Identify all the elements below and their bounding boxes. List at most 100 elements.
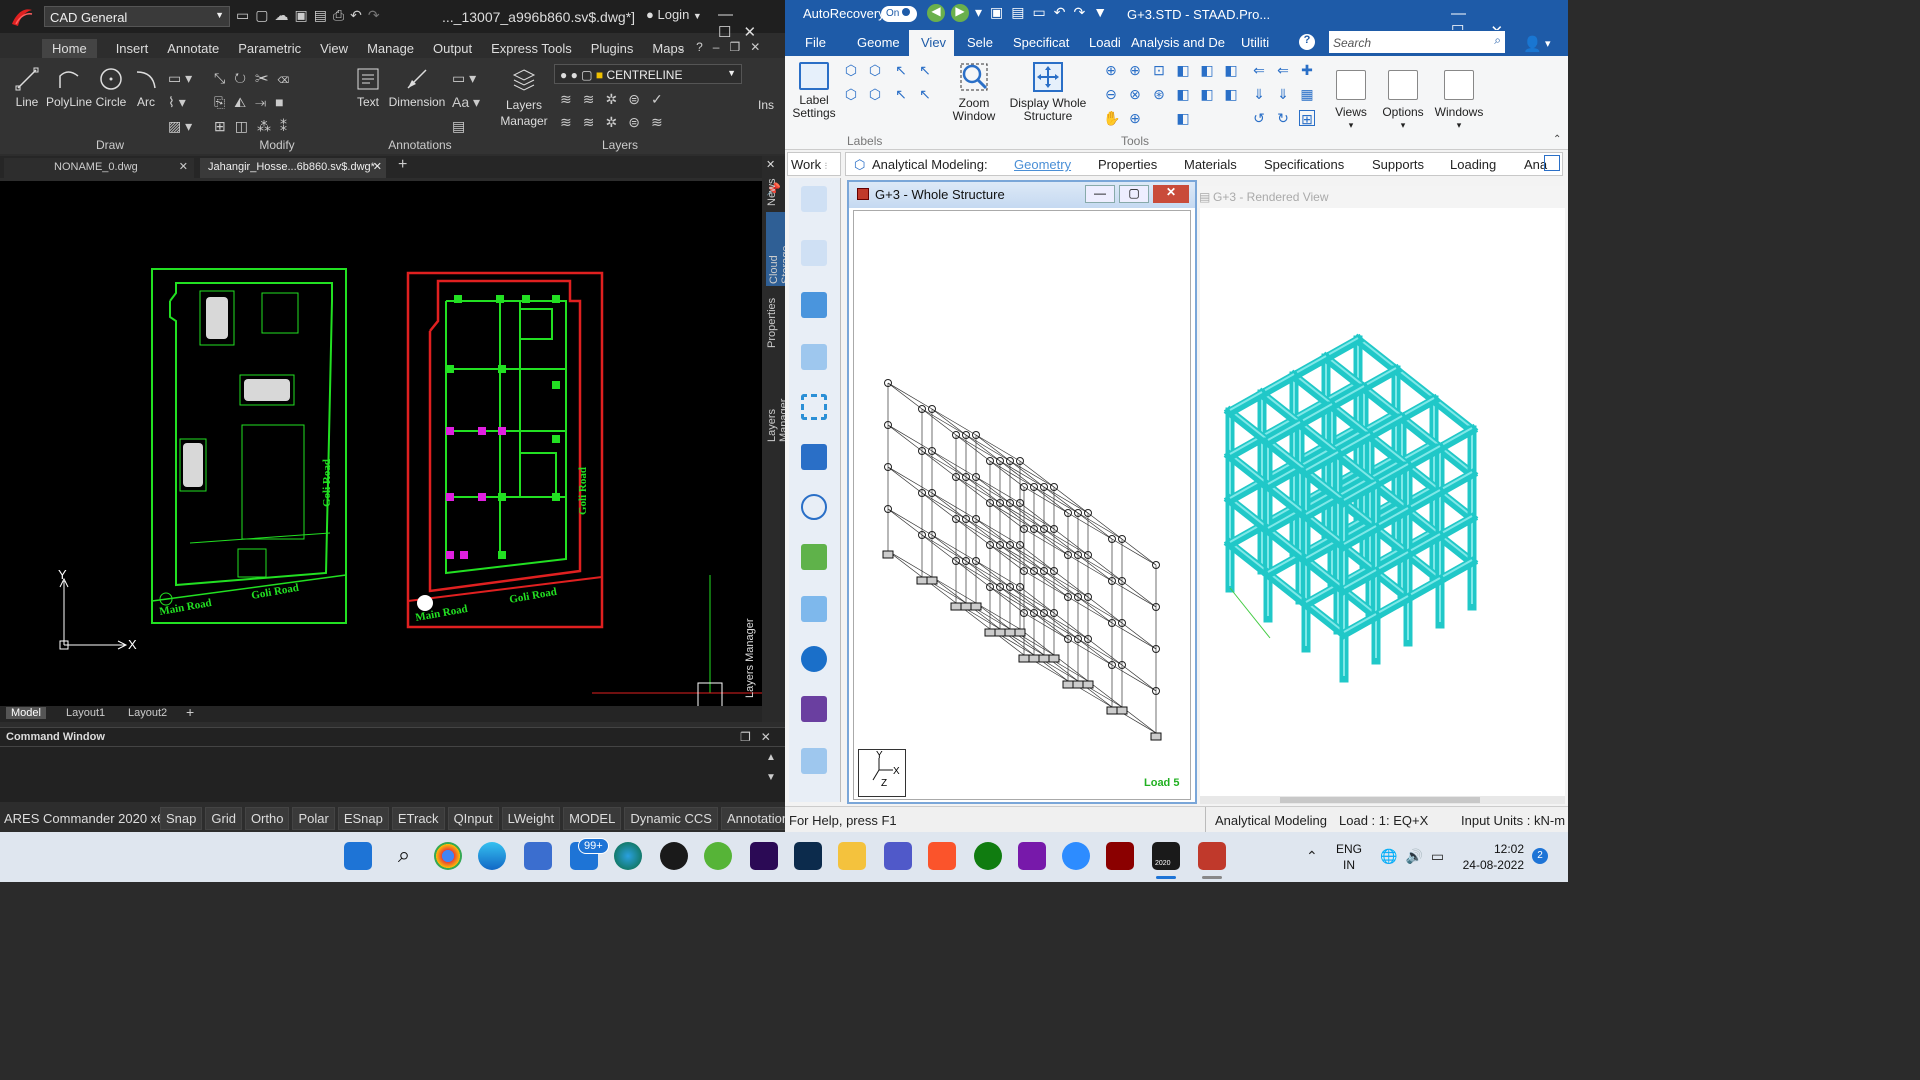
- sketchup-icon[interactable]: [1106, 842, 1134, 870]
- ares-logo-icon[interactable]: [10, 6, 34, 28]
- chevron-up-icon[interactable]: ⌃: [1306, 848, 1318, 865]
- dynamic-ccs-toggle[interactable]: Dynamic CCS: [624, 807, 718, 830]
- tab-plugins[interactable]: Plugins: [591, 41, 634, 56]
- workflow-report-icon[interactable]: [801, 696, 827, 722]
- zoom-dynamic-icon[interactable]: ⊗: [1127, 86, 1143, 102]
- model-toggle[interactable]: MODEL: [563, 807, 622, 830]
- workflow-design-blue-icon[interactable]: [801, 596, 827, 622]
- search-input[interactable]: Search ⌕: [1329, 31, 1505, 53]
- fill-icon[interactable]: ■: [275, 94, 292, 110]
- line-button[interactable]: Line: [12, 66, 42, 109]
- tab-layout1[interactable]: Layout1: [66, 707, 105, 719]
- close-icon[interactable]: ✕: [373, 160, 382, 173]
- folder-icon[interactable]: ▭: [1033, 4, 1054, 20]
- workflow-cycle-icon[interactable]: [801, 394, 827, 420]
- workflow-analysis-icon[interactable]: [801, 494, 827, 520]
- notification-badge[interactable]: 2: [1532, 848, 1548, 864]
- view-left-icon[interactable]: ◧: [1223, 62, 1239, 78]
- workflow-bridge-icon[interactable]: [801, 748, 827, 774]
- photoshop-icon[interactable]: [794, 842, 822, 870]
- command-window[interactable]: Command Window ❐✕ ▲ ▼: [0, 727, 785, 802]
- forward-arrow-icon[interactable]: ▶: [951, 4, 969, 22]
- tab-output[interactable]: Output: [433, 41, 472, 56]
- etrack-toggle[interactable]: ETrack: [391, 807, 445, 830]
- view-right-icon[interactable]: ◧: [1175, 86, 1191, 102]
- layer-select[interactable]: ● ● ▢ ■ CENTRELINE ▼: [554, 64, 742, 84]
- undo-icon[interactable]: ↶: [350, 7, 368, 23]
- onenote-icon[interactable]: [1018, 842, 1046, 870]
- page-tab-properties[interactable]: Properties: [1098, 157, 1157, 172]
- page-tab-supports[interactable]: Supports: [1372, 157, 1424, 172]
- tab-view[interactable]: View: [320, 41, 348, 56]
- select-cursor-icon[interactable]: ↖: [893, 86, 909, 102]
- page-tab-specifications[interactable]: Specifications: [1264, 157, 1344, 172]
- menu-analysis-design[interactable]: Analysis and De: [1131, 35, 1225, 50]
- views-button[interactable]: Views ▾: [1329, 70, 1373, 132]
- pan-hand-icon[interactable]: ✋: [1103, 110, 1120, 126]
- rotate-left-icon[interactable]: ⇐: [1251, 62, 1267, 78]
- beam-label-icon[interactable]: ⬡: [867, 62, 883, 78]
- ortho-toggle[interactable]: Ortho: [244, 807, 290, 830]
- save-as-icon[interactable]: ▤: [314, 7, 333, 23]
- redo-icon[interactable]: ↷: [1073, 4, 1093, 20]
- menu-loading[interactable]: Loadi: [1089, 35, 1121, 50]
- rotate-down-icon[interactable]: ⇓: [1251, 86, 1267, 102]
- file-explorer-icon[interactable]: [838, 842, 866, 870]
- layer-isolate-icon[interactable]: ≋: [583, 91, 606, 107]
- search-icon[interactable]: ⌕: [390, 842, 418, 870]
- display-whole-structure-button[interactable]: Display Whole Structure: [1001, 60, 1095, 123]
- page-tab-materials[interactable]: Materials: [1184, 157, 1237, 172]
- solid-label-icon[interactable]: ⬡: [867, 86, 883, 102]
- menu-specification[interactable]: Specificat: [1013, 35, 1069, 50]
- mark-icon[interactable]: ▤: [452, 114, 480, 138]
- spin-left-icon[interactable]: ↺: [1251, 110, 1267, 126]
- minimize-icon[interactable]: —: [1451, 5, 1492, 22]
- hatch-icon[interactable]: ▨ ▾: [168, 114, 208, 138]
- earth-icon[interactable]: [614, 842, 642, 870]
- help-icon[interactable]: ?: [1299, 34, 1315, 50]
- view-front-icon[interactable]: ◧: [1175, 62, 1191, 78]
- layer-match-icon[interactable]: ≋: [583, 114, 606, 130]
- arc-button[interactable]: Arc: [132, 66, 160, 109]
- drawing-canvas[interactable]: Goli Road Main Road Goli Road Main Road …: [0, 181, 762, 708]
- offset-icon[interactable]: ◫: [235, 118, 257, 134]
- restore-icon[interactable]: ❐: [729, 40, 750, 54]
- utorrent-icon[interactable]: [704, 842, 732, 870]
- copy-icon[interactable]: ⎘: [214, 94, 234, 110]
- explode-icon[interactable]: ⁑: [280, 118, 296, 134]
- open-folder-icon[interactable]: ▤: [1011, 4, 1032, 20]
- rotate-right-icon[interactable]: ⇐: [1275, 62, 1291, 78]
- text-button[interactable]: Text: [350, 66, 386, 109]
- magnify-icon[interactable]: ⊕: [1127, 110, 1143, 126]
- select-cursor-icon[interactable]: ↖: [917, 86, 933, 102]
- esnap-toggle[interactable]: ESnap: [337, 807, 389, 830]
- qinput-toggle[interactable]: QInput: [447, 807, 499, 830]
- scroll-arrows[interactable]: ▲ ▼: [766, 748, 776, 788]
- close-icon[interactable]: ✕: [179, 160, 188, 173]
- workflow-design-green-icon[interactable]: [801, 544, 827, 570]
- zoom-icon[interactable]: ⊕: [1127, 62, 1143, 78]
- grid-toggle[interactable]: Grid: [205, 807, 242, 830]
- scroll-up-icon[interactable]: ▲: [766, 748, 776, 768]
- snap-toggle[interactable]: Snap: [160, 807, 203, 830]
- teams-icon[interactable]: [884, 842, 912, 870]
- tab-manage[interactable]: Manage: [367, 41, 414, 56]
- clock[interactable]: 12:02 24-08-2022: [1460, 841, 1524, 873]
- options-button[interactable]: Options ▾: [1379, 70, 1427, 132]
- start-menu-icon[interactable]: [344, 842, 372, 870]
- close-icon[interactable]: ✕: [743, 24, 768, 41]
- fit-view-icon[interactable]: ⊞: [1299, 110, 1315, 127]
- rendered-view[interactable]: [1200, 208, 1565, 798]
- help-button[interactable]: ?: [696, 40, 713, 54]
- spin-right-icon[interactable]: ↻: [1275, 110, 1291, 126]
- undo-icon[interactable]: ↶: [1054, 4, 1074, 20]
- plate-label-icon[interactable]: ⬡: [843, 86, 859, 102]
- layer-off-icon[interactable]: ≋: [560, 91, 583, 107]
- minimize-icon[interactable]: –: [713, 40, 730, 54]
- tab-home[interactable]: Home: [42, 39, 97, 58]
- workflow-house-icon[interactable]: [801, 292, 827, 318]
- layers-manager-vertical-label[interactable]: Layers Manager: [744, 614, 756, 699]
- horizontal-scrollbar[interactable]: [1200, 796, 1565, 804]
- layers-manager-button[interactable]: Layers Manager: [496, 66, 552, 129]
- zoom-app-icon[interactable]: [1062, 842, 1090, 870]
